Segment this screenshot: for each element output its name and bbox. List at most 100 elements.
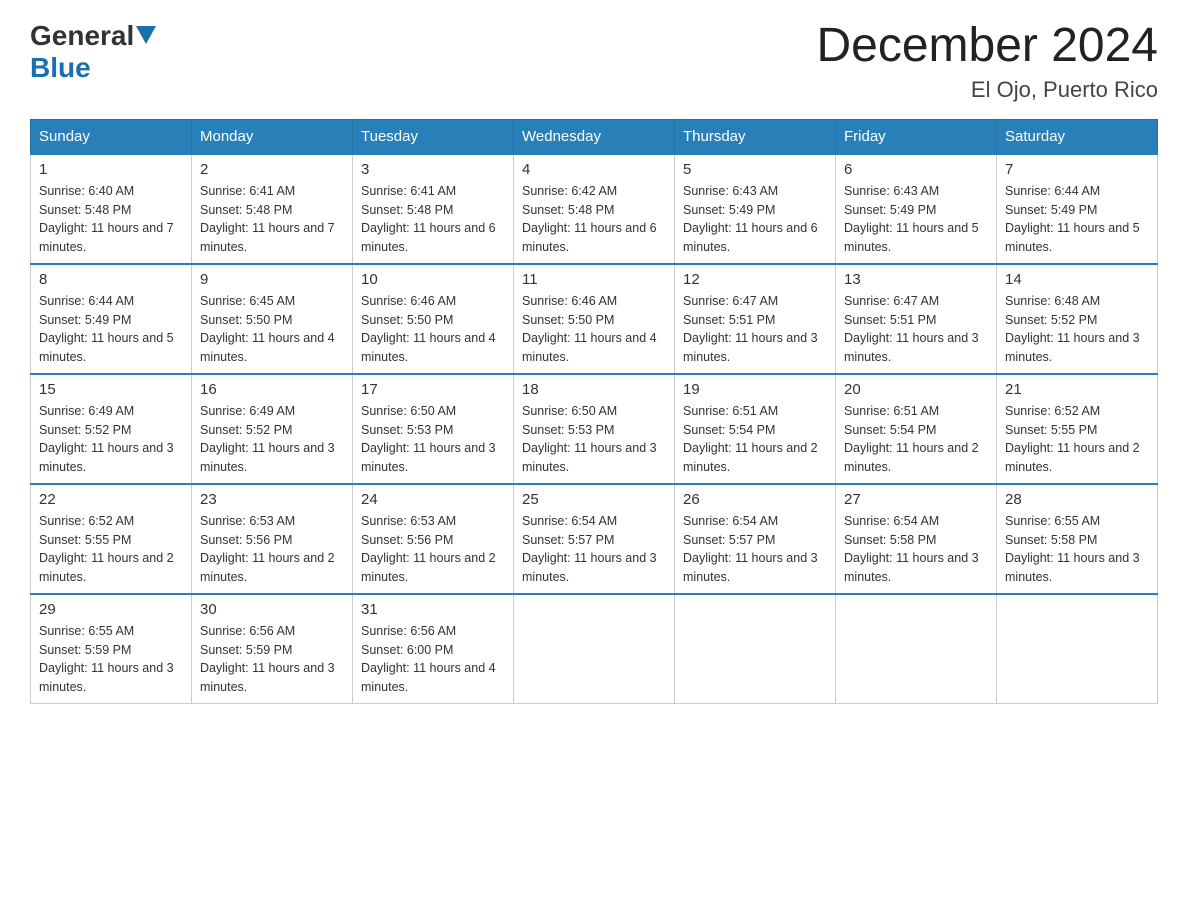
- day-number: 11: [522, 271, 666, 288]
- day-detail: Sunrise: 6:56 AMSunset: 5:59 PMDaylight:…: [200, 622, 344, 697]
- day-number: 14: [1005, 271, 1149, 288]
- day-detail: Sunrise: 6:45 AMSunset: 5:50 PMDaylight:…: [200, 292, 344, 367]
- calendar-cell: [514, 594, 675, 704]
- day-number: 3: [361, 161, 505, 178]
- day-detail: Sunrise: 6:44 AMSunset: 5:49 PMDaylight:…: [39, 292, 183, 367]
- day-number: 7: [1005, 161, 1149, 178]
- day-detail: Sunrise: 6:54 AMSunset: 5:58 PMDaylight:…: [844, 512, 988, 587]
- day-number: 31: [361, 601, 505, 618]
- day-number: 17: [361, 381, 505, 398]
- day-number: 19: [683, 381, 827, 398]
- calendar-cell: 2 Sunrise: 6:41 AMSunset: 5:48 PMDayligh…: [192, 154, 353, 264]
- day-number: 10: [361, 271, 505, 288]
- calendar-cell: 1 Sunrise: 6:40 AMSunset: 5:48 PMDayligh…: [31, 154, 192, 264]
- day-number: 9: [200, 271, 344, 288]
- day-number: 30: [200, 601, 344, 618]
- day-number: 18: [522, 381, 666, 398]
- title-block: December 2024 El Ojo, Puerto Rico: [816, 20, 1158, 103]
- day-number: 8: [39, 271, 183, 288]
- day-detail: Sunrise: 6:40 AMSunset: 5:48 PMDaylight:…: [39, 182, 183, 257]
- day-detail: Sunrise: 6:50 AMSunset: 5:53 PMDaylight:…: [522, 402, 666, 477]
- day-detail: Sunrise: 6:47 AMSunset: 5:51 PMDaylight:…: [683, 292, 827, 367]
- logo-general-text: General: [30, 20, 134, 52]
- day-number: 1: [39, 161, 183, 178]
- day-number: 24: [361, 491, 505, 508]
- day-number: 16: [200, 381, 344, 398]
- day-number: 5: [683, 161, 827, 178]
- calendar-cell: 31 Sunrise: 6:56 AMSunset: 6:00 PMDaylig…: [353, 594, 514, 704]
- calendar-cell: 27 Sunrise: 6:54 AMSunset: 5:58 PMDaylig…: [836, 484, 997, 594]
- page-header: General Blue December 2024 El Ojo, Puert…: [30, 20, 1158, 103]
- day-detail: Sunrise: 6:51 AMSunset: 5:54 PMDaylight:…: [683, 402, 827, 477]
- calendar-cell: 13 Sunrise: 6:47 AMSunset: 5:51 PMDaylig…: [836, 264, 997, 374]
- day-detail: Sunrise: 6:46 AMSunset: 5:50 PMDaylight:…: [361, 292, 505, 367]
- day-number: 22: [39, 491, 183, 508]
- calendar-cell: 7 Sunrise: 6:44 AMSunset: 5:49 PMDayligh…: [997, 154, 1158, 264]
- calendar-cell: 10 Sunrise: 6:46 AMSunset: 5:50 PMDaylig…: [353, 264, 514, 374]
- calendar-cell: 18 Sunrise: 6:50 AMSunset: 5:53 PMDaylig…: [514, 374, 675, 484]
- day-detail: Sunrise: 6:41 AMSunset: 5:48 PMDaylight:…: [361, 182, 505, 257]
- day-detail: Sunrise: 6:52 AMSunset: 5:55 PMDaylight:…: [1005, 402, 1149, 477]
- calendar-cell: 17 Sunrise: 6:50 AMSunset: 5:53 PMDaylig…: [353, 374, 514, 484]
- day-number: 2: [200, 161, 344, 178]
- day-number: 26: [683, 491, 827, 508]
- header-friday: Friday: [836, 119, 997, 154]
- calendar-week-row: 1 Sunrise: 6:40 AMSunset: 5:48 PMDayligh…: [31, 154, 1158, 264]
- calendar-week-row: 29 Sunrise: 6:55 AMSunset: 5:59 PMDaylig…: [31, 594, 1158, 704]
- day-detail: Sunrise: 6:53 AMSunset: 5:56 PMDaylight:…: [361, 512, 505, 587]
- location-subtitle: El Ojo, Puerto Rico: [816, 77, 1158, 103]
- day-detail: Sunrise: 6:47 AMSunset: 5:51 PMDaylight:…: [844, 292, 988, 367]
- calendar-cell: [997, 594, 1158, 704]
- day-number: 15: [39, 381, 183, 398]
- calendar-week-row: 22 Sunrise: 6:52 AMSunset: 5:55 PMDaylig…: [31, 484, 1158, 594]
- day-detail: Sunrise: 6:44 AMSunset: 5:49 PMDaylight:…: [1005, 182, 1149, 257]
- day-number: 27: [844, 491, 988, 508]
- day-detail: Sunrise: 6:53 AMSunset: 5:56 PMDaylight:…: [200, 512, 344, 587]
- header-sunday: Sunday: [31, 119, 192, 154]
- calendar-cell: 20 Sunrise: 6:51 AMSunset: 5:54 PMDaylig…: [836, 374, 997, 484]
- calendar-cell: 21 Sunrise: 6:52 AMSunset: 5:55 PMDaylig…: [997, 374, 1158, 484]
- day-detail: Sunrise: 6:43 AMSunset: 5:49 PMDaylight:…: [683, 182, 827, 257]
- header-saturday: Saturday: [997, 119, 1158, 154]
- header-monday: Monday: [192, 119, 353, 154]
- day-detail: Sunrise: 6:50 AMSunset: 5:53 PMDaylight:…: [361, 402, 505, 477]
- header-wednesday: Wednesday: [514, 119, 675, 154]
- day-number: 21: [1005, 381, 1149, 398]
- calendar-cell: 16 Sunrise: 6:49 AMSunset: 5:52 PMDaylig…: [192, 374, 353, 484]
- month-year-title: December 2024: [816, 20, 1158, 73]
- calendar-cell: 8 Sunrise: 6:44 AMSunset: 5:49 PMDayligh…: [31, 264, 192, 374]
- calendar-cell: 29 Sunrise: 6:55 AMSunset: 5:59 PMDaylig…: [31, 594, 192, 704]
- day-detail: Sunrise: 6:55 AMSunset: 5:58 PMDaylight:…: [1005, 512, 1149, 587]
- day-number: 12: [683, 271, 827, 288]
- header-tuesday: Tuesday: [353, 119, 514, 154]
- day-detail: Sunrise: 6:49 AMSunset: 5:52 PMDaylight:…: [200, 402, 344, 477]
- day-number: 4: [522, 161, 666, 178]
- calendar-cell: 25 Sunrise: 6:54 AMSunset: 5:57 PMDaylig…: [514, 484, 675, 594]
- calendar-cell: 3 Sunrise: 6:41 AMSunset: 5:48 PMDayligh…: [353, 154, 514, 264]
- calendar-cell: [836, 594, 997, 704]
- calendar-cell: 11 Sunrise: 6:46 AMSunset: 5:50 PMDaylig…: [514, 264, 675, 374]
- calendar-cell: 24 Sunrise: 6:53 AMSunset: 5:56 PMDaylig…: [353, 484, 514, 594]
- calendar-cell: 4 Sunrise: 6:42 AMSunset: 5:48 PMDayligh…: [514, 154, 675, 264]
- calendar-cell: 6 Sunrise: 6:43 AMSunset: 5:49 PMDayligh…: [836, 154, 997, 264]
- logo: General Blue: [30, 20, 156, 84]
- day-detail: Sunrise: 6:46 AMSunset: 5:50 PMDaylight:…: [522, 292, 666, 367]
- logo-arrow-icon: [136, 26, 156, 46]
- header-thursday: Thursday: [675, 119, 836, 154]
- calendar-cell: 28 Sunrise: 6:55 AMSunset: 5:58 PMDaylig…: [997, 484, 1158, 594]
- day-detail: Sunrise: 6:55 AMSunset: 5:59 PMDaylight:…: [39, 622, 183, 697]
- day-number: 25: [522, 491, 666, 508]
- day-number: 29: [39, 601, 183, 618]
- day-detail: Sunrise: 6:41 AMSunset: 5:48 PMDaylight:…: [200, 182, 344, 257]
- calendar-cell: 14 Sunrise: 6:48 AMSunset: 5:52 PMDaylig…: [997, 264, 1158, 374]
- calendar-header-row: SundayMondayTuesdayWednesdayThursdayFrid…: [31, 119, 1158, 154]
- day-detail: Sunrise: 6:52 AMSunset: 5:55 PMDaylight:…: [39, 512, 183, 587]
- calendar-cell: [675, 594, 836, 704]
- day-number: 23: [200, 491, 344, 508]
- day-number: 13: [844, 271, 988, 288]
- logo-blue-text: Blue: [30, 52, 91, 83]
- day-detail: Sunrise: 6:54 AMSunset: 5:57 PMDaylight:…: [522, 512, 666, 587]
- calendar-cell: 12 Sunrise: 6:47 AMSunset: 5:51 PMDaylig…: [675, 264, 836, 374]
- calendar-cell: 15 Sunrise: 6:49 AMSunset: 5:52 PMDaylig…: [31, 374, 192, 484]
- calendar-cell: 22 Sunrise: 6:52 AMSunset: 5:55 PMDaylig…: [31, 484, 192, 594]
